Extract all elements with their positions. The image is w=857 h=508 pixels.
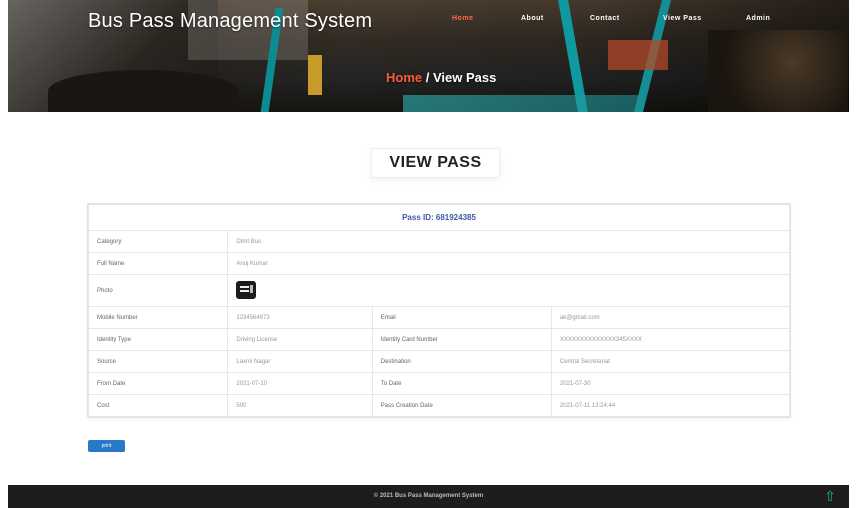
pass-id: Pass ID: 681924385 <box>88 204 790 231</box>
page-title-box: VIEW PASS <box>371 148 500 178</box>
from-date-value: 2021-07-10 <box>227 372 373 395</box>
banner-bg-shape <box>48 70 238 112</box>
footer: © 2021 Bus Pass Management System <box>8 485 849 508</box>
table-row: Identity Type Driving License Identity C… <box>87 328 791 351</box>
full-name-label: Full Name <box>87 252 229 275</box>
identity-type-label: Identity Type <box>87 328 229 351</box>
banner-bg-shape <box>403 95 643 112</box>
print-button[interactable]: print <box>88 440 125 452</box>
nav-view-pass[interactable]: View Pass <box>663 15 702 22</box>
email-label: Email <box>371 306 552 329</box>
table-row: From Date 2021-07-10 To Date 2021-07-30 <box>87 372 791 395</box>
nav-about[interactable]: About <box>521 15 544 22</box>
table-row: Photo <box>87 274 790 307</box>
table-row: Category Dtmt Bus <box>87 230 790 253</box>
hero-banner: Bus Pass Management System Home About Co… <box>8 0 849 112</box>
mobile-label: Mobile Number <box>87 306 229 329</box>
breadcrumb-current: View Pass <box>432 70 497 85</box>
banner-bg-shape <box>308 55 322 95</box>
identity-type-value: Driving License <box>227 328 373 351</box>
banner-bg-shape <box>608 40 668 70</box>
table-row: Cost 500 Pass Creation Date 2021-07-11 1… <box>87 394 791 417</box>
full-name-value: Anuj Kumar <box>227 252 790 275</box>
breadcrumb: Home / View Pass <box>386 70 496 85</box>
creation-date-value: 2021-07-11 13:24:44 <box>550 394 791 417</box>
table-row: Source Laxmi Nagar Destination Central S… <box>87 350 791 373</box>
source-label: Source <box>87 350 229 373</box>
destination-value: Central Secretariat <box>550 350 791 373</box>
table-row: Mobile Number 1234564673 Email ak@gmail.… <box>87 306 791 329</box>
pass-details-card: Pass ID: 681924385 Category Dtmt Bus Ful… <box>87 203 791 418</box>
scroll-top-arrow-icon[interactable]: ⇧ <box>823 488 837 504</box>
footer-copyright: © 2021 Bus Pass Management System <box>373 493 484 499</box>
mobile-value: 1234564673 <box>227 306 373 329</box>
destination-label: Destination <box>371 350 552 373</box>
category-label: Category <box>87 230 229 253</box>
cost-value: 500 <box>227 394 373 417</box>
to-date-label: To Date <box>371 372 552 395</box>
creation-date-label: Pass Creation Date <box>371 394 552 417</box>
source-value: Laxmi Nagar <box>227 350 373 373</box>
to-date-value: 2021-07-30 <box>550 372 791 395</box>
breadcrumb-separator: / <box>422 70 433 85</box>
identity-card-label: Identity Card Number <box>371 328 552 351</box>
site-brand[interactable]: Bus Pass Management System <box>88 10 372 33</box>
from-date-label: From Date <box>87 372 229 395</box>
nav-home[interactable]: Home <box>452 15 473 22</box>
identity-card-value: XXXXXXXXXXXXXX345XXXX <box>550 328 791 351</box>
email-value: ak@gmail.com <box>550 306 791 329</box>
page-title: VIEW PASS <box>389 154 482 171</box>
id-card-photo-icon <box>236 280 257 299</box>
breadcrumb-home[interactable]: Home <box>386 70 422 85</box>
table-row: Full Name Anuj Kumar <box>87 252 790 275</box>
cost-label: Cost <box>87 394 229 417</box>
banner-bg-shape <box>708 30 848 112</box>
photo-cell <box>227 274 790 307</box>
photo-label: Photo <box>87 274 229 307</box>
pass-details-table: Pass ID: 681924385 Category Dtmt Bus Ful… <box>87 204 791 417</box>
nav-contact[interactable]: Contact <box>590 15 620 22</box>
nav-admin[interactable]: Admin <box>746 15 770 22</box>
category-value: Dtmt Bus <box>227 230 790 253</box>
